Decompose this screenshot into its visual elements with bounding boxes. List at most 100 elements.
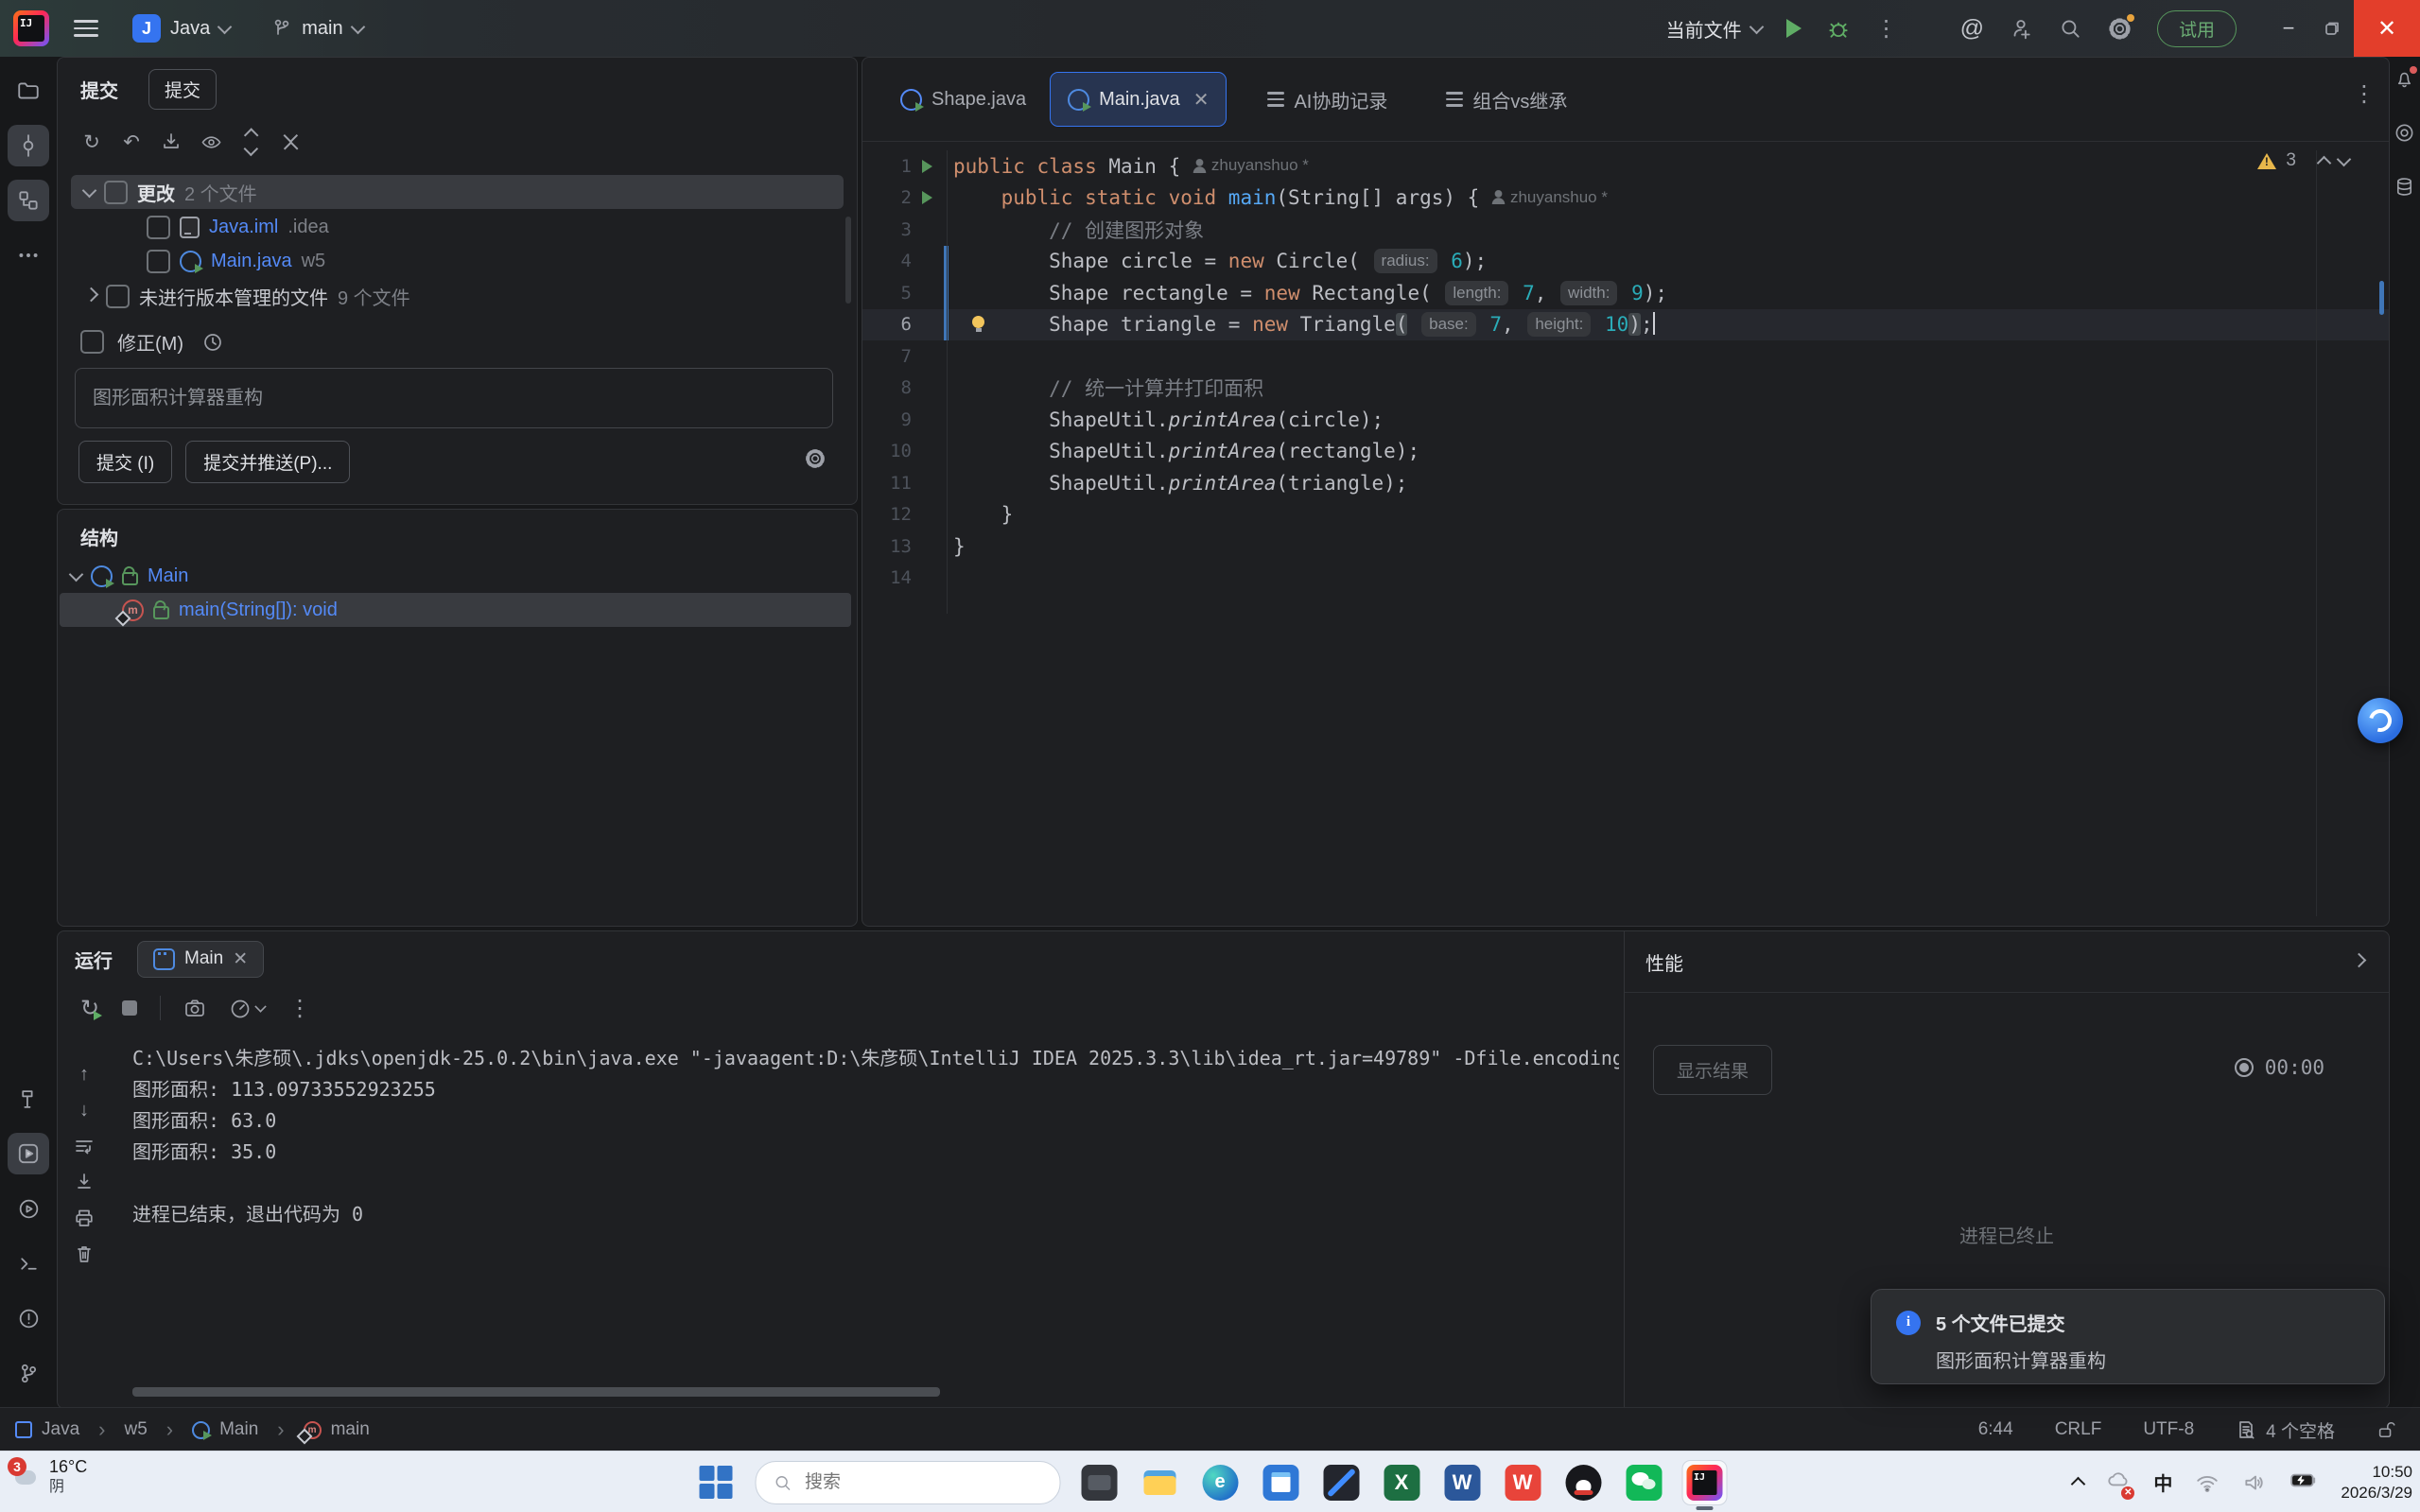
commit-and-push-button[interactable]: 提交并推送(P)... [185,441,350,483]
settings-button[interactable] [2107,16,2133,42]
search-icon[interactable] [2058,16,2082,41]
trial-button[interactable]: 试用 [2157,10,2237,47]
structure-class-row[interactable]: Main [63,559,844,593]
code-line-8[interactable]: 8 // 统一计算并打印面积 [862,373,2389,405]
run-tab-main[interactable]: Main ✕ [137,941,264,978]
main-menu-button[interactable] [74,20,98,37]
taskbar-app-wps[interactable]: W [1501,1461,1544,1504]
breadcrumb-item[interactable]: Java [42,1419,79,1440]
breadcrumb[interactable]: Java › w5 › Main › m main [0,1417,370,1442]
file-checkbox[interactable] [147,216,170,239]
terminal-tool-button[interactable] [8,1243,49,1284]
scrollbar-change-mark[interactable] [2379,281,2384,315]
start-button[interactable] [694,1461,738,1504]
close-button[interactable]: ✕ [2354,0,2420,57]
console-h-scrollbar[interactable] [132,1387,940,1397]
taskbar-app-system[interactable] [1077,1461,1121,1504]
scroll-to-end-icon[interactable] [65,1164,103,1200]
code-line-12[interactable]: 12 } [862,499,2389,531]
commit-options-gear-icon[interactable] [804,447,827,470]
structure-tool-button[interactable] [8,180,49,221]
code-line-4[interactable]: 4 Shape circle = new Circle( radius: 6); [862,246,2389,278]
run-configuration-selector[interactable]: 当前文件 [1666,15,1762,43]
project-selector[interactable]: J Java [132,14,230,43]
structure-method-row[interactable]: m main(String[]): void [60,593,851,627]
capture-snapshot-icon[interactable] [183,997,206,1019]
services-tool-button[interactable] [8,1188,49,1229]
minimize-button[interactable]: − [2267,0,2310,57]
code-line-13[interactable]: 13} [862,530,2389,563]
chevron-right-icon[interactable] [2352,952,2367,967]
taskbar-search[interactable] [755,1461,1060,1504]
taskbar-clock[interactable]: 10:50 2026/3/29 [2341,1462,2412,1503]
file-encoding[interactable]: UTF-8 [2143,1419,2194,1440]
battery-icon[interactable] [2289,1468,2318,1498]
restore-button[interactable] [2310,0,2354,57]
branch-selector[interactable]: main [271,18,362,40]
taskbar-app-design[interactable] [1319,1461,1363,1504]
console-more-button[interactable]: ⋮ [288,995,311,1022]
more-tools-button[interactable] [8,235,49,276]
commit-message-input[interactable]: 图形面积计算器重构 [75,368,833,428]
stop-button[interactable] [122,1000,137,1016]
collapse-all-icon[interactable] [279,130,302,153]
commit-tree-scrollbar[interactable] [845,217,851,304]
taskbar-app-word[interactable]: W [1440,1461,1484,1504]
code-line-7[interactable]: 7 [862,340,2389,373]
code-line-5[interactable]: 5 Shape rectangle = new Rectangle( lengt… [862,277,2389,309]
show-results-button[interactable]: 显示结果 [1653,1045,1772,1095]
clear-console-icon[interactable] [65,1236,103,1272]
scroll-up-icon[interactable]: ↑ [65,1056,103,1092]
changes-checkbox[interactable] [104,181,128,204]
indent-setting[interactable]: 4 个空格 [2236,1417,2335,1443]
amend-checkbox[interactable] [80,330,104,354]
run-tool-button[interactable] [8,1133,49,1174]
taskbar-app-edge[interactable]: e [1198,1461,1242,1504]
code-line-3[interactable]: 3 // 创建图形对象 [862,214,2389,246]
show-diff-icon[interactable] [200,130,222,153]
taskbar-app-store[interactable] [1259,1461,1302,1504]
ai-chat-button[interactable] [2394,122,2415,149]
ai-assistant-floating-button[interactable] [2358,698,2403,743]
code-line-14[interactable]: 14 [862,563,2389,595]
rollback-icon[interactable]: ↶ [120,130,143,153]
weather-widget[interactable]: 3 16°C 阴 [8,1457,87,1497]
run-line-icon[interactable] [922,160,932,173]
wifi-icon[interactable] [2195,1470,2220,1495]
tray-expand-icon[interactable] [2071,1477,2086,1492]
commit-notification[interactable]: i 5 个文件已提交 图形面积计算器重构 [1871,1289,2385,1384]
breadcrumb-item[interactable]: w5 [124,1419,147,1440]
taskbar-app-intellij[interactable]: IJ [1682,1461,1726,1504]
commit-tab[interactable]: 提交 [148,69,217,110]
taskbar-app-wechat[interactable] [1622,1461,1665,1504]
volume-icon[interactable] [2242,1470,2267,1495]
ai-assistant-icon[interactable]: @ [1960,15,1984,43]
unlock-icon[interactable] [2376,1420,2395,1439]
editor-tab-main[interactable]: Main.java ✕ [1051,73,1226,126]
changed-file-row[interactable]: Java.iml .idea [71,210,844,244]
soft-wrap-icon[interactable] [65,1128,103,1164]
taskbar-app-file-explorer[interactable] [1138,1461,1181,1504]
ime-indicator[interactable]: 中 [2153,1469,2172,1496]
changed-file-row[interactable]: Main.java w5 [71,244,844,278]
editor-tab-ai-notes[interactable]: AI协助记录 [1250,73,1404,126]
caret-position[interactable]: 6:44 [1978,1419,2013,1440]
breadcrumb-item[interactable]: Main [219,1419,258,1440]
code-line-10[interactable]: 10 ShapeUtil.printArea(rectangle); [862,436,2389,468]
code-line-9[interactable]: 9 ShapeUtil.printArea(circle); [862,404,2389,436]
code-line-2[interactable]: 2 public static void main(String[] args)… [862,182,2389,215]
onedrive-tray-icon[interactable]: ✕ [2106,1468,2131,1498]
taskbar-app-qq[interactable] [1561,1461,1605,1504]
code-line-6[interactable]: 6 Shape triangle = new Triangle( base: 7… [862,309,2389,341]
code-line-1[interactable]: 1public class Main { zhuyanshuo * [862,150,2389,182]
debug-button[interactable] [1826,16,1851,41]
editor-tab-shape[interactable]: Shape.java [883,73,1043,126]
intention-bulb-icon[interactable] [972,316,984,328]
vcs-tool-button[interactable] [8,1352,49,1394]
editor-tab-composition[interactable]: 组合vs继承 [1429,73,1584,126]
print-icon[interactable] [65,1200,103,1236]
code-line-11[interactable]: 11 ShapeUtil.printArea(triangle); [862,467,2389,499]
console-output[interactable]: C:\Users\朱彦硕\.jdks\openjdk-25.0.2\bin\ja… [132,1043,1619,1230]
changes-group-row[interactable]: 更改 2 个文件 [71,175,844,209]
search-input[interactable] [803,1471,996,1494]
